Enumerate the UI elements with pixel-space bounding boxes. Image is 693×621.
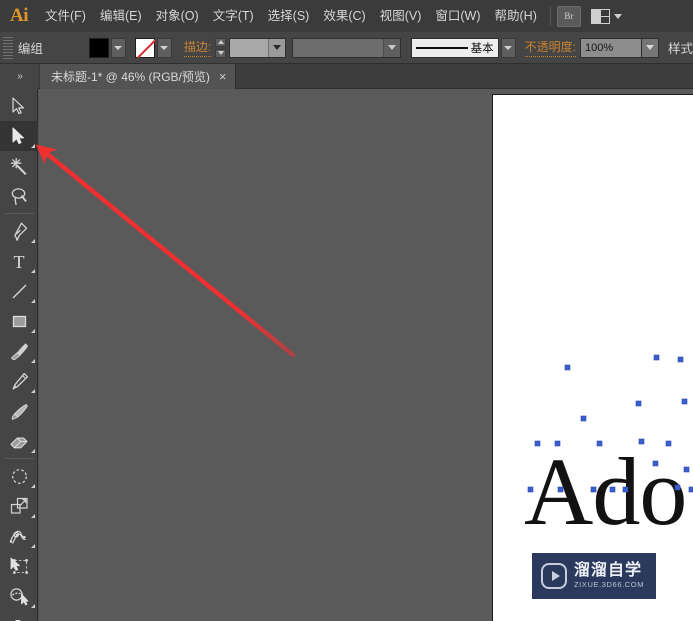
menu-divider: [549, 6, 551, 26]
document-tab[interactable]: 未标题-1* @ 46% (RGB/预览) ×: [40, 64, 237, 89]
artwork-text[interactable]: Ado: [524, 444, 687, 540]
line-segment-tool[interactable]: [0, 276, 38, 306]
chevron-down-icon: [504, 45, 513, 50]
menu-help[interactable]: 帮助(H): [488, 0, 544, 32]
stroke-weight-stepper[interactable]: [215, 37, 227, 58]
tool-flyout-indicator-icon: [31, 484, 35, 488]
tools-panel: T: [0, 89, 38, 621]
stepper-down-icon[interactable]: [215, 48, 227, 58]
layout-grid-icon: [590, 8, 610, 24]
menu-view[interactable]: 视图(V): [373, 0, 429, 32]
tool-flyout-indicator-icon: [31, 329, 35, 333]
rotate-tool[interactable]: [0, 461, 38, 491]
watermark-subtitle: ZIXUE.3D66.COM: [574, 579, 645, 589]
pencil-tool[interactable]: [0, 366, 38, 396]
document-tab-title: 未标题-1* @ 46% (RGB/预览): [51, 70, 210, 84]
arrange-documents-button[interactable]: [590, 8, 622, 24]
type-tool[interactable]: T: [0, 246, 38, 276]
watermark-text: 溜溜自学 ZIXUE.3D66.COM: [574, 561, 645, 590]
watermark: 溜溜自学 ZIXUE.3D66.COM: [532, 553, 656, 599]
fill-dropdown-button[interactable]: [110, 37, 126, 58]
perspective-grid-tool[interactable]: [0, 611, 38, 621]
panel-collapse-button[interactable]: »: [0, 64, 38, 89]
tool-flyout-indicator-icon: [31, 544, 35, 548]
width-tool[interactable]: [0, 521, 38, 551]
control-bar: 编组 描边: 基本 不透明度: 100% 样式: [0, 32, 693, 64]
chevron-down-icon: [114, 45, 123, 50]
opacity-control[interactable]: 100%: [579, 37, 659, 58]
menu-effect[interactable]: 效果(C): [316, 0, 372, 32]
watermark-title: 溜溜自学: [574, 561, 643, 579]
chevron-down-icon: [645, 45, 654, 50]
tool-flyout-indicator-icon: [31, 144, 35, 148]
fill-swatch[interactable]: [88, 37, 109, 58]
tool-flyout-indicator-icon: [31, 299, 35, 303]
control-bar-grip[interactable]: [3, 36, 13, 59]
tool-flyout-indicator-icon: [31, 514, 35, 518]
bridge-icon[interactable]: Br: [556, 5, 581, 27]
rectangle-tool[interactable]: [0, 306, 38, 336]
menu-select[interactable]: 选择(S): [261, 0, 317, 32]
tool-flyout-indicator-icon: [31, 239, 35, 243]
eraser-tool[interactable]: [0, 426, 38, 456]
tool-group-divider: [4, 458, 34, 459]
stroke-style-dropdown-icon[interactable]: [382, 38, 400, 57]
lasso-tool[interactable]: [0, 181, 38, 211]
tool-flyout-indicator-icon: [31, 269, 35, 273]
menu-type[interactable]: 文字(T): [206, 0, 261, 32]
menu-window[interactable]: 窗口(W): [428, 0, 487, 32]
brush-profile-label: 基本: [470, 42, 494, 55]
svg-text:T: T: [14, 252, 25, 271]
brush-definition-control[interactable]: 基本: [410, 37, 516, 58]
direct-selection-tool[interactable]: [0, 121, 38, 151]
opacity-label[interactable]: 不透明度:: [524, 38, 576, 57]
tool-group-divider: [4, 213, 34, 214]
selection-tool[interactable]: [0, 91, 38, 121]
stroke-weight-dropdown-icon[interactable]: [268, 38, 286, 57]
double-chevron-right-icon: »: [17, 71, 22, 82]
app-logo-icon: Ai: [10, 5, 29, 26]
close-icon[interactable]: ×: [219, 70, 227, 83]
tool-flyout-indicator-icon: [31, 359, 35, 363]
chevron-down-icon: [160, 45, 169, 50]
opacity-input[interactable]: 100%: [579, 37, 642, 58]
paintbrush-tool[interactable]: [0, 336, 38, 366]
blob-brush-tool[interactable]: [0, 396, 38, 426]
tool-flyout-indicator-icon: [31, 449, 35, 453]
stroke-swatch-none-icon[interactable]: [134, 37, 155, 58]
styles-label[interactable]: 样式: [668, 38, 693, 57]
menu-bar: Ai 文件(F) 编辑(E) 对象(O) 文字(T) 选择(S) 效果(C) 视…: [0, 0, 693, 32]
selection-type-label: 编组: [17, 42, 43, 56]
menu-edit[interactable]: 编辑(E): [93, 0, 149, 32]
brush-dropdown-button[interactable]: [500, 37, 516, 58]
stroke-weight-combo[interactable]: [229, 37, 287, 58]
chevron-down-icon: [613, 13, 622, 19]
magic-wand-tool[interactable]: [0, 151, 38, 181]
brush-profile-preview[interactable]: 基本: [410, 37, 499, 58]
stroke-style-combo[interactable]: [292, 37, 401, 58]
illustrator-window: Ai 文件(F) 编辑(E) 对象(O) 文字(T) 选择(S) 效果(C) 视…: [0, 0, 693, 621]
pen-tool[interactable]: [0, 216, 38, 246]
stepper-up-icon[interactable]: [215, 37, 227, 47]
tool-flyout-indicator-icon: [31, 389, 35, 393]
scale-tool[interactable]: [0, 491, 38, 521]
play-badge-icon: [541, 563, 567, 589]
canvas-area[interactable]: Ado 溜溜自学 ZIXUE.3D66.COM: [39, 89, 693, 621]
stroke-dropdown-button[interactable]: [156, 37, 172, 58]
tool-flyout-indicator-icon: [31, 604, 35, 608]
shape-builder-tool[interactable]: [0, 581, 38, 611]
stroke-line-icon: [415, 46, 468, 49]
opacity-dropdown-button[interactable]: [641, 37, 659, 58]
free-transform-tool[interactable]: [0, 551, 38, 581]
menu-file[interactable]: 文件(F): [38, 0, 93, 32]
fill-control[interactable]: [88, 37, 126, 58]
stroke-color-control[interactable]: [134, 37, 172, 58]
menu-object[interactable]: 对象(O): [149, 0, 206, 32]
stroke-weight-label[interactable]: 描边:: [183, 38, 212, 57]
